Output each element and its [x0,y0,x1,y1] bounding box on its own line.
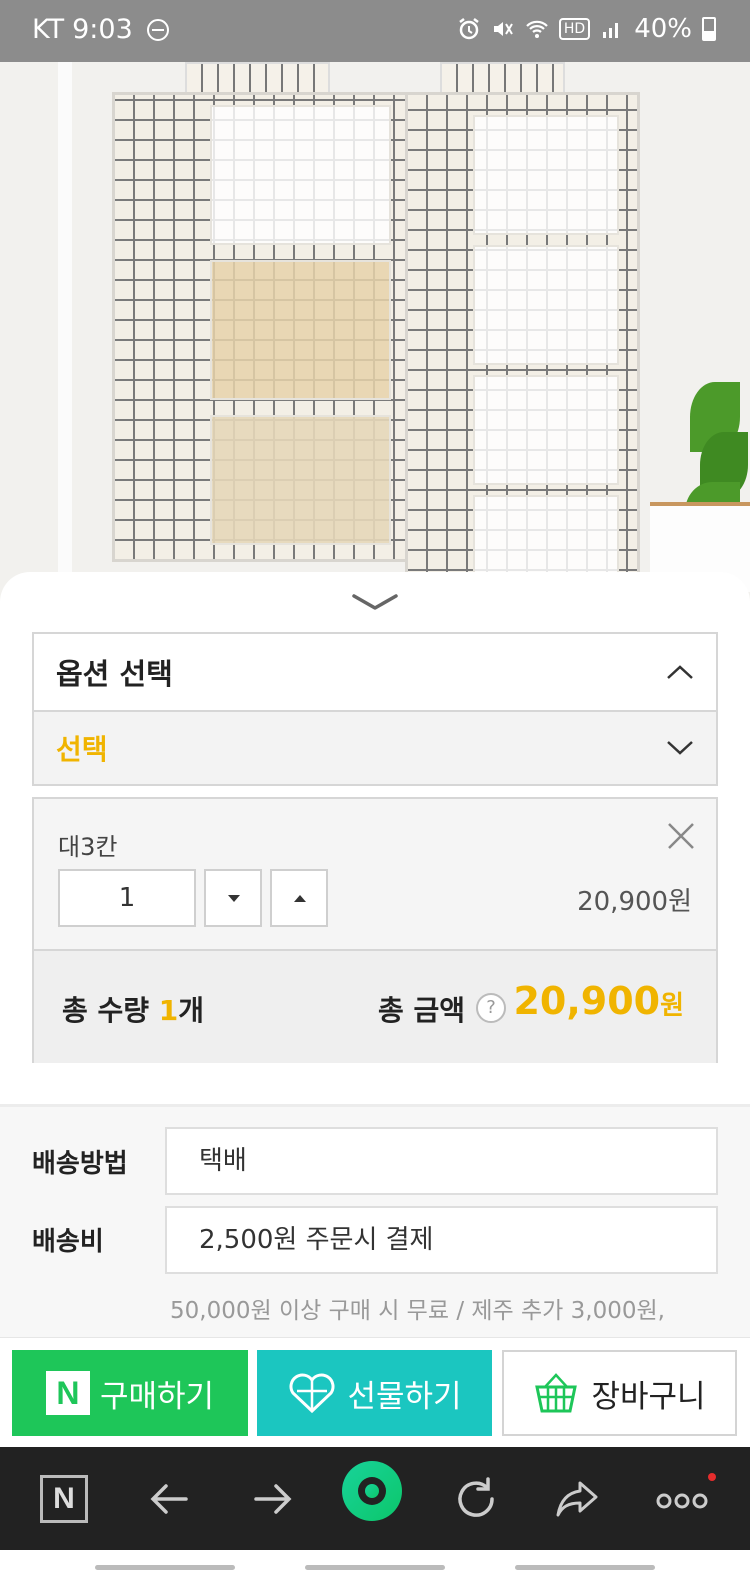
organizer-image-left [112,92,412,562]
caret-up-icon [294,895,306,902]
buy-button[interactable]: N 구매하기 [12,1350,248,1436]
total-amount-value: 20,900 [513,979,661,1023]
hanger-strap-image [185,62,330,94]
selected-item: 대3칸 1 20,900원 총 수량 1개 총 금액 ? 20,900원 [32,797,718,1063]
alarm-icon [459,18,479,40]
chevron-down-icon [667,741,693,755]
total-quantity-value: 1 [158,994,179,1027]
quantity-input[interactable]: 1 [58,869,196,927]
option-selector: 옵션 선택 선택 [32,632,718,786]
status-bar: KT 9:03 HD 40% [0,0,750,62]
collapse-chevron-icon[interactable] [351,592,399,612]
delivery-method-field[interactable]: 택배 [165,1127,718,1195]
signal-icon [603,23,619,38]
carrier-label: KT [32,14,65,45]
mute-icon [493,22,513,36]
nav-recent-handle[interactable] [95,1565,235,1570]
option-dropdown[interactable]: 선택 [34,712,716,784]
quantity-decrease-button[interactable] [204,869,262,927]
total-amount-unit: 원 [660,991,684,1021]
chevron-up-icon [667,665,693,679]
total-amount: 20,900원 [513,979,684,1023]
product-photo[interactable] [0,62,750,602]
system-nav-bar [0,1550,750,1583]
total-summary: 총 수량 1개 총 금액 ? 20,900원 [34,949,716,1063]
battery-icon [702,17,716,41]
remove-item-icon[interactable] [666,821,696,851]
naver-home-icon: N [40,1475,88,1523]
do-not-disturb-icon [146,18,169,41]
caret-down-icon [228,895,240,902]
basket-icon [535,1373,578,1413]
delivery-fee-label: 배송비 [32,1227,104,1257]
hd-badge: HD [558,18,591,40]
total-amount-label: 총 금액 [378,994,466,1027]
hanger-strap-image [440,62,565,94]
option-header-label: 옵션 선택 [56,657,173,691]
purchase-actions: N 구매하기 선물하기 장바구니 [0,1337,750,1447]
nav-back-handle[interactable] [515,1565,655,1570]
quantity-increase-button[interactable] [270,869,328,927]
total-quantity-label: 총 수량 [62,994,159,1027]
gift-button-label: 선물하기 [347,1378,462,1415]
plant-image [650,362,750,592]
share-icon[interactable] [550,1471,606,1527]
refresh-icon[interactable] [448,1471,504,1527]
more-icon[interactable] [652,1471,716,1527]
battery-percent: 40% [634,14,692,44]
browser-toolbar: N [0,1447,750,1550]
delivery-section: 배송방법 택배 배송비 2,500원 주문시 결제 50,000원 이상 구매 … [0,1107,750,1337]
gift-heart-icon [290,1373,335,1414]
delivery-fee-note: 50,000원 이상 구매 시 무료 / 제주 추가 3,000원, [170,1298,665,1324]
help-icon[interactable]: ? [476,993,506,1023]
green-dot-icon[interactable] [340,1459,404,1523]
total-quantity-unit: 개 [178,994,205,1027]
naver-pay-logo-icon: N [45,1371,90,1415]
selected-item-name: 대3칸 [58,833,118,861]
clock: 9:03 [72,14,133,45]
option-header[interactable]: 옵션 선택 [34,634,716,712]
nav-home-handle[interactable] [305,1565,445,1570]
back-arrow-icon[interactable] [142,1471,198,1527]
buy-button-label: 구매하기 [99,1378,215,1415]
total-quantity: 총 수량 1개 [62,989,204,1029]
organizer-image-right [405,92,640,592]
cart-button-label: 장바구니 [591,1378,706,1415]
option-sheet: 옵션 선택 선택 대3칸 1 20,900원 총 수량 1개 총 금액 ? 20… [0,572,750,1337]
wifi-icon [526,20,548,38]
cart-button[interactable]: 장바구니 [502,1350,737,1436]
forward-arrow-icon[interactable] [244,1471,300,1527]
gift-button[interactable]: 선물하기 [257,1350,492,1436]
option-dropdown-value: 선택 [56,733,108,766]
delivery-method-label: 배송방법 [32,1149,128,1179]
naver-home-button[interactable]: N [36,1471,92,1527]
item-price: 20,900원 [577,887,692,917]
delivery-fee-field[interactable]: 2,500원 주문시 결제 [165,1206,718,1274]
